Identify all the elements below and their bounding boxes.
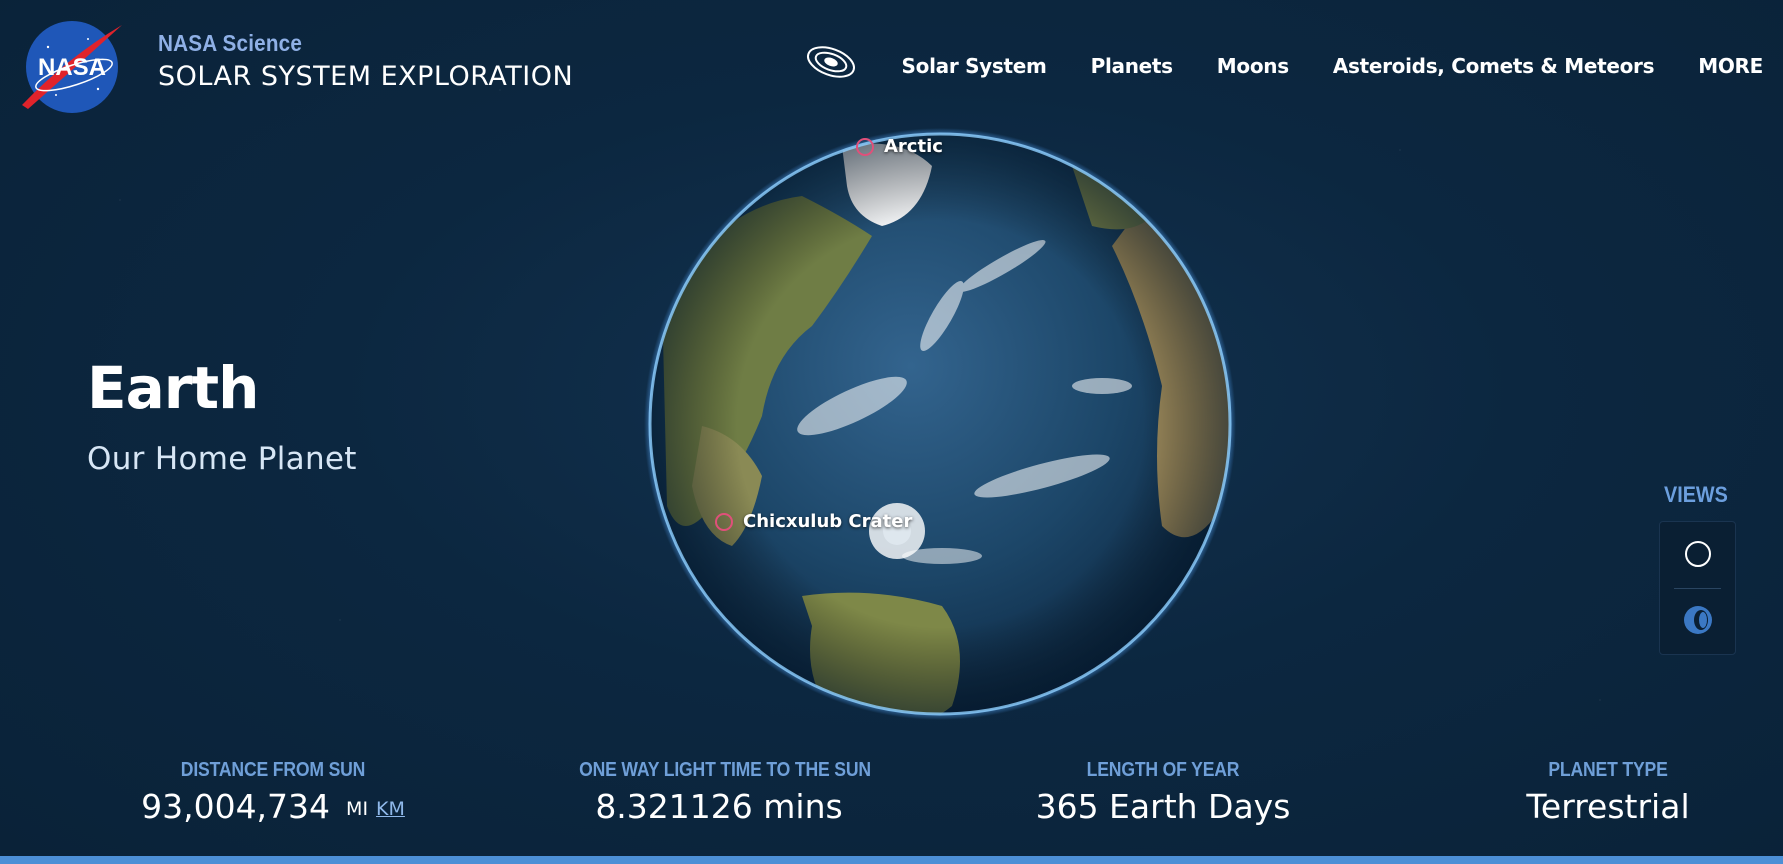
orbit-icon[interactable] [804, 42, 858, 82]
unit-mi[interactable]: MI [346, 798, 368, 820]
stat-light-time-value: 8.321126 mins [595, 787, 843, 826]
stat-year-length: LENGTH OF YEAR 365 Earth Days [1013, 759, 1313, 826]
earth-globe[interactable]: Arctic Chicxulub Crater [642, 126, 1239, 723]
site-title[interactable]: NASA Science SOLAR SYSTEM EXPLORATION [158, 30, 573, 92]
circle-view-button[interactable] [1678, 534, 1718, 574]
stat-light-time-label: ONE WAY LIGHT TIME TO THE SUN [579, 759, 871, 781]
planet-tagline: Our Home Planet [87, 441, 357, 477]
hotspot-label: Arctic [884, 136, 943, 157]
main-nav: Solar System Planets Moons Asteroids, Co… [804, 46, 1763, 82]
stat-distance: DISTANCE FROM SUN 93,004,734 MI KM [138, 759, 408, 826]
stat-year-value: 365 Earth Days [1035, 787, 1291, 826]
stat-distance-value: 93,004,734 [141, 787, 331, 826]
stat-type-value: Terrestrial [1526, 787, 1690, 826]
side-view-icon [1684, 606, 1712, 634]
hotspot-ring-icon[interactable] [715, 512, 733, 531]
site-main-title: SOLAR SYSTEM EXPLORATION [158, 61, 574, 92]
bottom-accent-bar [0, 856, 1783, 864]
stat-distance-value-row: 93,004,734 MI KM [138, 787, 408, 826]
nav-moons[interactable]: Moons [1217, 54, 1289, 78]
circle-view-icon [1685, 541, 1711, 567]
hotspot-chicxulub-crater[interactable]: Chicxulub Crater [715, 511, 912, 532]
nav-more[interactable]: MORE [1698, 54, 1763, 78]
stat-type-label: PLANET TYPE [1548, 759, 1668, 781]
nasa-logo-text: NASA [38, 54, 106, 81]
views-divider [1674, 588, 1721, 589]
stat-light-time: ONE WAY LIGHT TIME TO THE SUN 8.321126 m… [560, 759, 878, 826]
stat-distance-label: DISTANCE FROM SUN [180, 759, 366, 781]
stat-year-label: LENGTH OF YEAR [1086, 759, 1240, 781]
nasa-logo[interactable]: NASA [18, 17, 124, 117]
unit-km-link[interactable]: KM [376, 798, 405, 820]
site-subtitle: NASA Science [158, 30, 303, 56]
stat-planet-type: PLANET TYPE Terrestrial [1508, 759, 1708, 826]
hotspot-label: Chicxulub Crater [743, 511, 913, 532]
nav-solar-system[interactable]: Solar System [902, 54, 1047, 78]
nav-asteroids-comets-meteors[interactable]: Asteroids, Comets & Meteors [1333, 54, 1655, 78]
views-title: VIEWS [1664, 482, 1728, 507]
planet-title: Earth [87, 354, 259, 422]
views-panel [1659, 521, 1736, 655]
side-view-button[interactable] [1678, 600, 1718, 640]
hotspot-arctic[interactable]: Arctic [856, 136, 943, 157]
nav-planets[interactable]: Planets [1091, 54, 1173, 78]
hotspot-ring-icon[interactable] [856, 137, 874, 156]
